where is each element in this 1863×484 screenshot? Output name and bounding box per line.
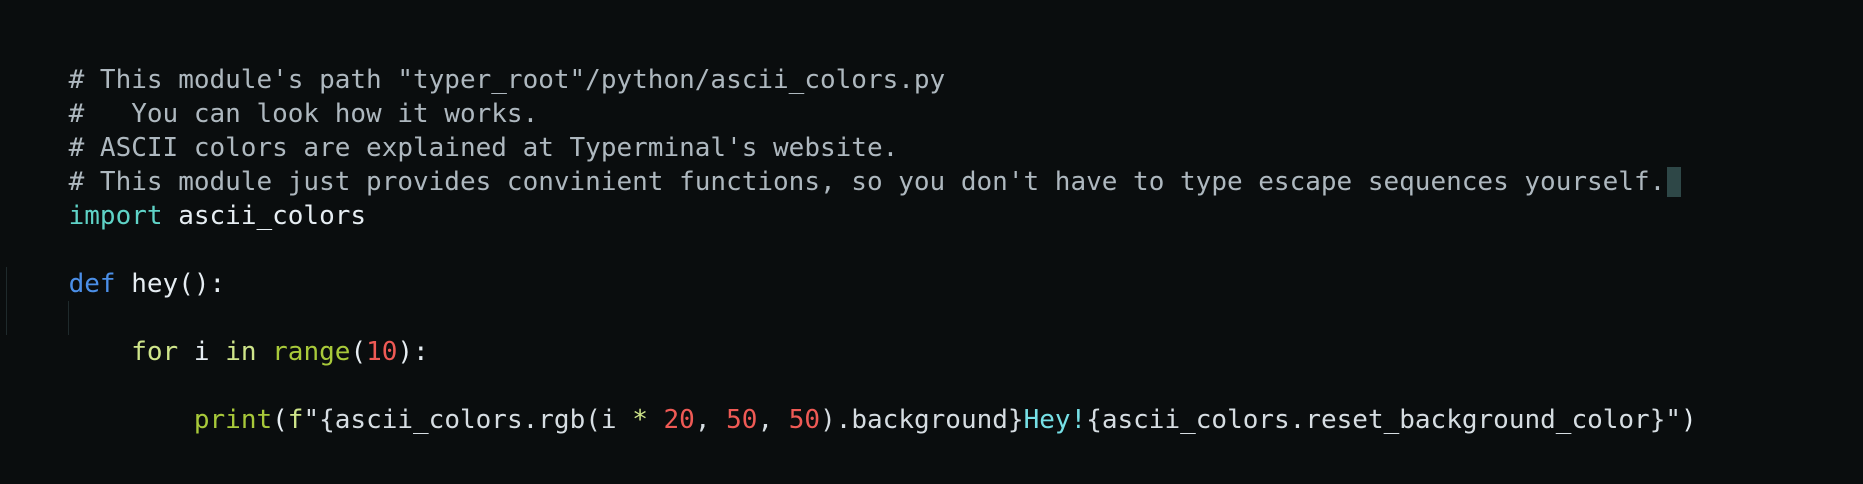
code-line-4: # This module just provides convinient f…	[6, 131, 1863, 197]
fstring-literal: Hey!	[1023, 405, 1087, 435]
operator-multiply: *	[632, 405, 648, 435]
comma: ,	[694, 405, 727, 435]
number-literal: 50	[788, 405, 821, 435]
fstring-expr-2: ).background}	[820, 405, 1024, 435]
code-line-3: # ASCII colors are explained at Typermin…	[6, 97, 1863, 163]
code-editor[interactable]: # This module's path "typer_root"/python…	[0, 0, 1863, 484]
number-literal: 50	[726, 405, 758, 435]
paren-close: )	[1681, 405, 1697, 435]
quote-open: "	[303, 405, 320, 435]
indent-guide	[68, 301, 69, 335]
code-line-1: # This module's path "typer_root"/python…	[6, 29, 1863, 95]
keyword-in: in	[225, 337, 257, 367]
paren-close: ):	[397, 337, 429, 367]
comma: ,	[757, 405, 789, 435]
builtin-range: range	[272, 337, 351, 367]
quote-close: "	[1665, 405, 1682, 435]
fstring-prefix: f	[287, 405, 304, 435]
code-line-7: def hey():	[6, 233, 1863, 299]
number-literal: 20	[663, 405, 695, 435]
indent-guide	[6, 301, 7, 335]
code-line-2: # You can look how it works.	[6, 63, 1863, 129]
number-literal: 10	[366, 337, 398, 367]
code-line-9: print(f"{ascii_colors.rgb(i * 20, 50, 50…	[6, 301, 1863, 435]
code-line-5: import ascii_colors	[6, 165, 1863, 231]
paren-open: (	[350, 337, 367, 367]
builtin-print: print	[193, 405, 273, 435]
indent-guide	[6, 267, 7, 301]
fstring-expr-1: {ascii_colors.rgb(i	[319, 405, 633, 435]
fstring-expr-3: {ascii_colors.reset_background_color}	[1086, 405, 1666, 435]
loop-variable: i	[178, 337, 226, 367]
keyword-for: for	[131, 337, 179, 367]
paren-open: (	[272, 405, 288, 435]
code-line-8: for i in range(10):	[6, 267, 1863, 367]
